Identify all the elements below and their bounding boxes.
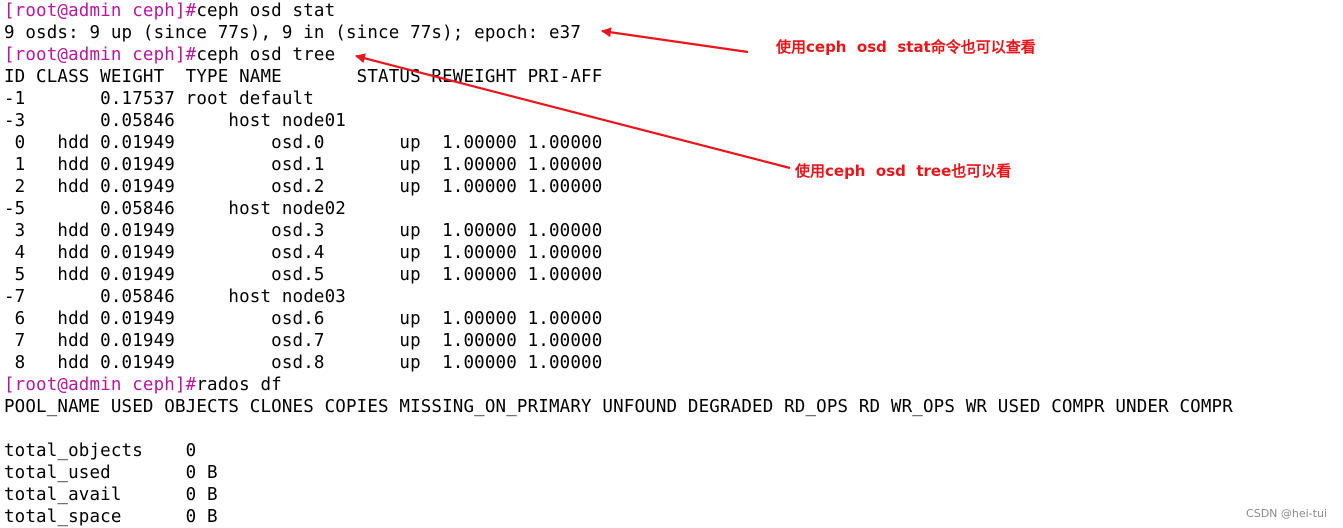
terminal-output-line: 5 hdd 0.01949 osd.5 up 1.00000 1.00000	[4, 265, 603, 285]
terminal-output-line: -7 0.05846 host node03	[4, 287, 346, 307]
shell-prompt: [root@admin ceph]#	[4, 1, 197, 21]
command-text: ceph osd tree	[196, 45, 336, 65]
command-text: rados df	[196, 375, 282, 395]
terminal-output-line: 9 osds: 9 up (since 77s), 9 in (since 77…	[4, 23, 582, 43]
shell-prompt: [root@admin ceph]#	[4, 375, 197, 395]
annotation-stat: 使用ceph osd stat命令也可以查看	[776, 38, 1036, 56]
stat-arrow	[601, 27, 749, 54]
terminal-output-line: 7 hdd 0.01949 osd.7 up 1.00000 1.00000	[4, 331, 603, 351]
command-text: ceph osd stat	[196, 1, 336, 21]
terminal-command-line: [root@admin ceph]#ceph osd tree	[4, 44, 335, 66]
shell-prompt: [root@admin ceph]#	[4, 45, 197, 65]
terminal-output-line: ID CLASS WEIGHT TYPE NAME STATUS REWEIGH…	[4, 67, 603, 87]
csdn-watermark: CSDN @hei-tui	[1246, 507, 1327, 520]
terminal-output-line: -5 0.05846 host node02	[4, 199, 346, 219]
terminal-window[interactable]: [root@admin ceph]#ceph osd stat 9 osds: 9…	[0, 0, 1343, 528]
terminal-output-line: 8 hdd 0.01949 osd.8 up 1.00000 1.00000	[4, 353, 603, 373]
terminal-output-line: 4 hdd 0.01949 osd.4 up 1.00000 1.00000	[4, 243, 603, 263]
annotation-tree: 使用ceph osd tree也可以看	[795, 162, 1012, 180]
terminal-command-line: [root@admin ceph]#rados df	[4, 374, 282, 396]
terminal-command-line: [root@admin ceph]#ceph osd stat	[4, 0, 335, 22]
terminal-output-line: 3 hdd 0.01949 osd.3 up 1.00000 1.00000	[4, 221, 603, 241]
terminal-output-line: 2 hdd 0.01949 osd.2 up 1.00000 1.00000	[4, 177, 603, 197]
terminal-output-line: total_avail 0 B	[4, 485, 218, 505]
terminal-output-line: POOL_NAME USED OBJECTS CLONES COPIES MIS…	[4, 397, 1233, 417]
terminal-output-line: -1 0.17537 root default	[4, 89, 314, 109]
terminal-output-line: -3 0.05846 host node01	[4, 111, 346, 131]
terminal-output-line: 1 hdd 0.01949 osd.1 up 1.00000 1.00000	[4, 155, 603, 175]
terminal-output-line: 0 hdd 0.01949 osd.0 up 1.00000 1.00000	[4, 133, 603, 153]
terminal-output-line: total_space 0 B	[4, 507, 218, 527]
terminal-output-line: total_objects 0	[4, 441, 197, 461]
terminal-output-line: 6 hdd 0.01949 osd.6 up 1.00000 1.00000	[4, 309, 603, 329]
terminal-output-line: total_used 0 B	[4, 463, 218, 483]
